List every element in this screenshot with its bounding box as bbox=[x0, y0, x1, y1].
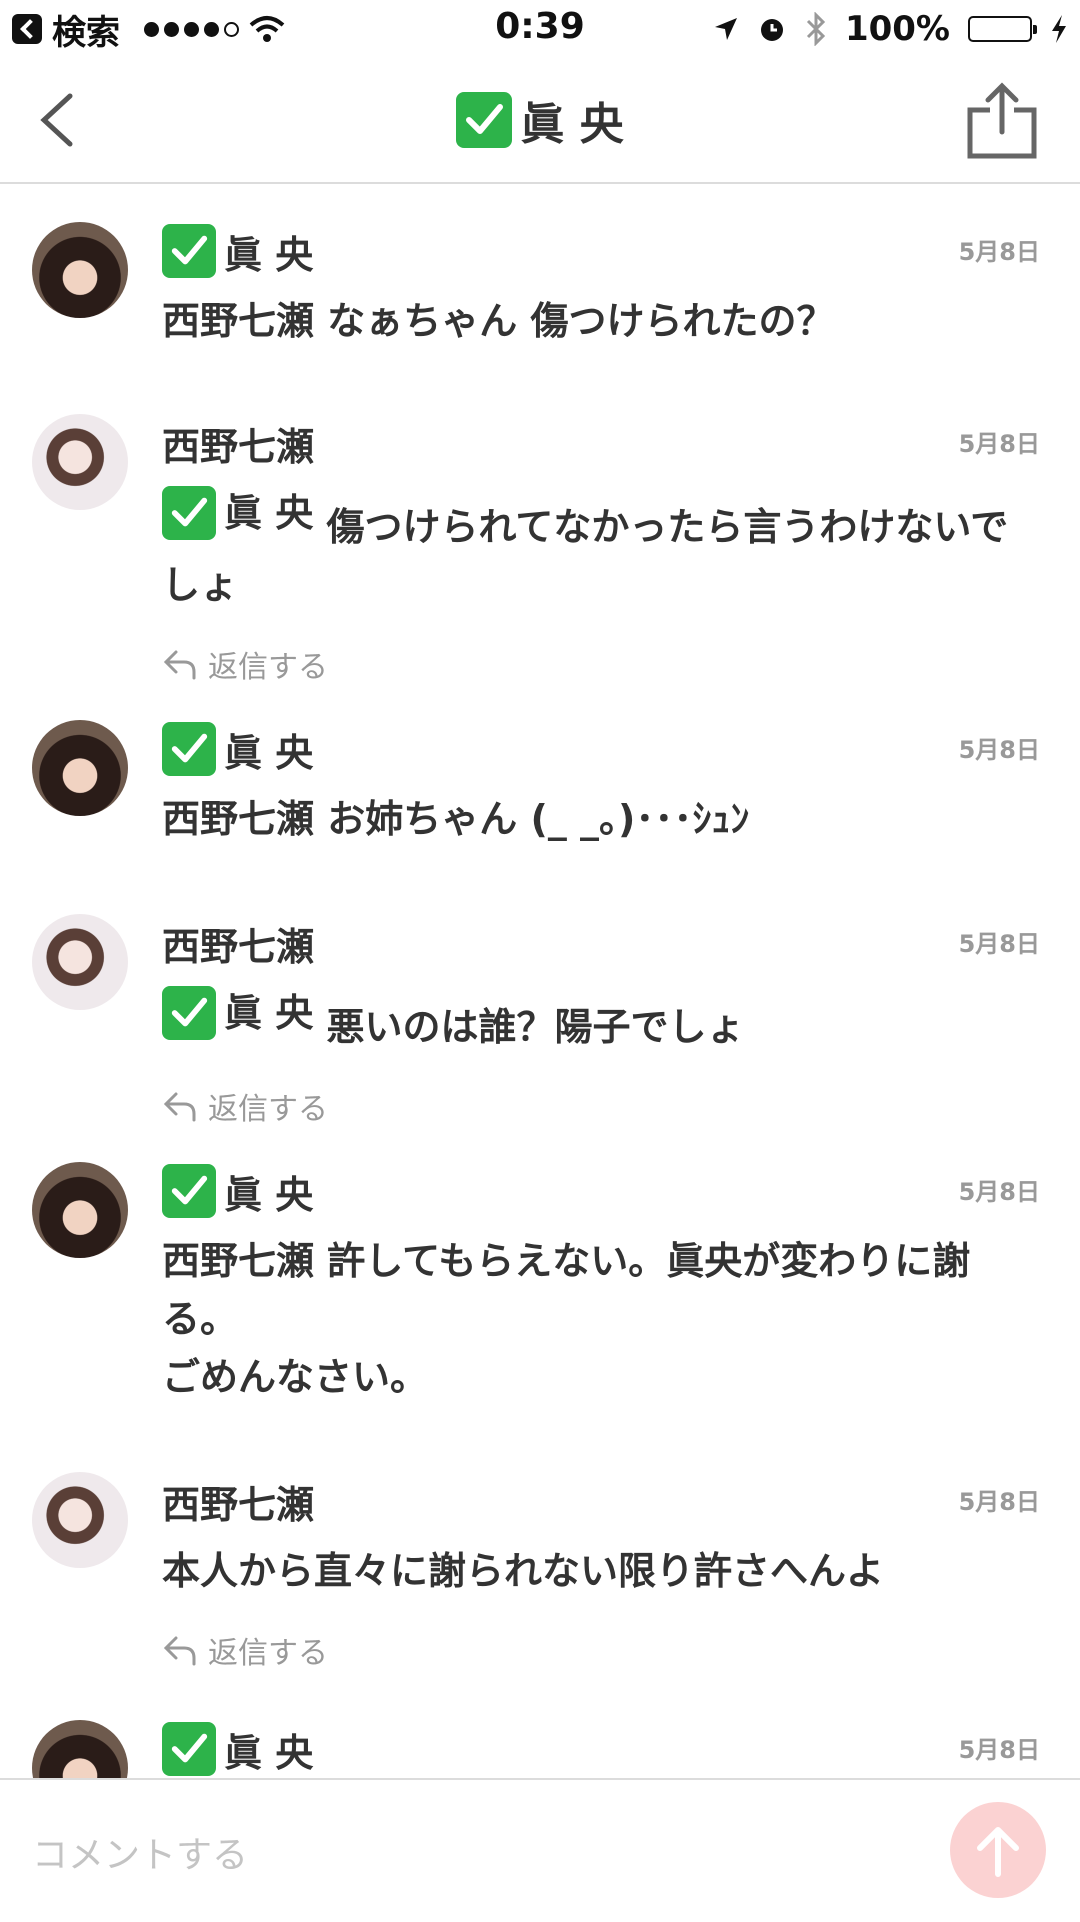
send-button[interactable] bbox=[950, 1802, 1046, 1898]
comment-date: 5月8日 bbox=[958, 736, 1040, 764]
mention-name: 眞 央 bbox=[224, 491, 314, 535]
comment-text: 西野七瀬 許してもらえない。眞央が変わりに謝る。 ごめんなさい。 bbox=[162, 1239, 971, 1399]
comment-date: 5月8日 bbox=[958, 1488, 1040, 1516]
arrow-up-icon bbox=[977, 1827, 1019, 1877]
comment-author-name: 眞 央 bbox=[224, 1172, 314, 1217]
battery-icon bbox=[968, 16, 1037, 42]
avatar[interactable] bbox=[32, 414, 128, 510]
comment-text: 眞 央 悪いのは誰？陽子でしょ bbox=[162, 984, 1042, 1056]
bluetooth-icon bbox=[806, 12, 826, 46]
check-mark-icon bbox=[456, 92, 513, 148]
comment-body: 悪いのは誰？陽子でしょ bbox=[326, 1005, 745, 1049]
comment-author-name: 眞 央 bbox=[224, 730, 314, 775]
check-mark-icon bbox=[162, 486, 216, 540]
comment-author-name: 西野七瀬 bbox=[162, 924, 315, 969]
navigation-bar: 眞 央 bbox=[0, 58, 1080, 184]
comment-date: 5月8日 bbox=[958, 430, 1040, 458]
check-mark-icon bbox=[162, 1722, 216, 1776]
comment-text: 眞 央 傷つけられてなかったら言うわけないでしょ bbox=[162, 484, 1042, 614]
avatar[interactable] bbox=[32, 720, 128, 816]
comment-author[interactable]: 眞 央 bbox=[162, 720, 1042, 778]
comment-author[interactable]: 西野七瀬 bbox=[162, 1472, 1042, 1530]
comment-input-bar: コメントする bbox=[0, 1778, 1080, 1922]
check-mark-icon bbox=[162, 1164, 216, 1218]
reply-label: 返信する bbox=[208, 1636, 328, 1671]
reply-button[interactable]: 返信する bbox=[162, 1084, 1042, 1128]
avatar[interactable] bbox=[32, 1162, 128, 1258]
page-title-name: 眞 央 bbox=[520, 99, 624, 150]
comment-author[interactable]: 眞 央 bbox=[162, 1162, 1042, 1220]
mention-name: 眞 央 bbox=[224, 991, 314, 1035]
reply-arrow-icon bbox=[163, 650, 196, 680]
avatar[interactable] bbox=[32, 914, 128, 1010]
avatar[interactable] bbox=[32, 222, 128, 318]
location-arrow-icon bbox=[714, 18, 737, 40]
mention-tag[interactable]: 眞 央 bbox=[162, 984, 313, 1042]
comment-author[interactable]: 西野七瀬 bbox=[162, 414, 1042, 472]
comment-author-name: 西野七瀬 bbox=[162, 424, 315, 469]
check-mark-icon bbox=[162, 224, 216, 278]
comment-date: 5月8日 bbox=[958, 1736, 1040, 1764]
comment-author[interactable]: 眞 央 bbox=[162, 222, 1042, 280]
check-mark-icon bbox=[162, 986, 216, 1040]
reply-button[interactable]: 返信する bbox=[162, 642, 1042, 686]
comment-author[interactable]: 西野七瀬 bbox=[162, 914, 1042, 972]
comment-text: 本人から直々に謝られない限り許さへんよ bbox=[162, 1549, 885, 1593]
share-icon[interactable] bbox=[964, 80, 1040, 160]
comment-author-name: 西野七瀬 bbox=[162, 1482, 315, 1527]
comment-date: 5月8日 bbox=[958, 1178, 1040, 1206]
reply-label: 返信する bbox=[208, 1092, 328, 1127]
check-mark-icon bbox=[162, 722, 216, 776]
status-bar: 検索 0:39 100% bbox=[0, 0, 1080, 58]
comment-date: 5月8日 bbox=[958, 930, 1040, 958]
reply-label: 返信する bbox=[208, 650, 328, 685]
comment-date: 5月8日 bbox=[958, 238, 1040, 266]
reply-button[interactable]: 返信する bbox=[162, 1628, 1042, 1672]
page-title: 眞 央 bbox=[0, 88, 1080, 152]
comment-text: 西野七瀬 なぁちゃん 傷つけられたの？ bbox=[162, 299, 835, 343]
battery-percent: 100% bbox=[844, 9, 950, 49]
mention-tag[interactable]: 眞 央 bbox=[162, 484, 313, 542]
alarm-icon bbox=[760, 19, 783, 41]
avatar[interactable] bbox=[32, 1720, 128, 1778]
charging-bolt-icon bbox=[1052, 15, 1066, 43]
avatar[interactable] bbox=[32, 1472, 128, 1568]
comment-input[interactable]: コメントする bbox=[32, 1826, 248, 1878]
comment-author[interactable]: 眞 央 bbox=[162, 1720, 1042, 1778]
comment-author-name: 眞 央 bbox=[224, 1730, 314, 1775]
comment-text: 西野七瀬 お姉ちゃん (_ _。)･･･ｼｭﾝ bbox=[162, 797, 750, 841]
comment-list[interactable]: 眞 央 西野七瀬 なぁちゃん 傷つけられたの？ 5月8日 西野七瀬 眞 央 傷つ… bbox=[0, 184, 1080, 1778]
reply-arrow-icon bbox=[163, 1092, 196, 1122]
comment-author-name: 眞 央 bbox=[224, 232, 314, 277]
status-bar-right: 100% bbox=[713, 8, 1068, 50]
reply-arrow-icon bbox=[163, 1636, 196, 1666]
